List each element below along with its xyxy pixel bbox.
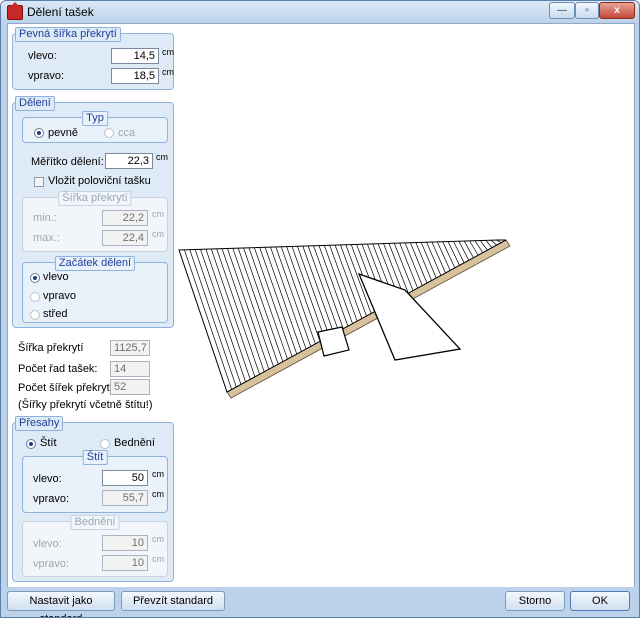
fixed-left-label: vlevo: <box>28 50 57 62</box>
title-bar[interactable]: Dělení tašek — ▫ x <box>1 1 639 23</box>
gable-right-label: vpravo: <box>33 493 70 505</box>
overhang-boarding-label[interactable]: Bednění <box>114 437 155 449</box>
min-label: min.: <box>33 212 57 224</box>
type-approx-label[interactable]: cca <box>118 127 135 139</box>
overhangs-group: Přesahy Štít Bednění Štít vlevo: cm vpra… <box>12 416 174 582</box>
maximize-button[interactable]: ▫ <box>575 2 599 19</box>
max-unit: cm <box>152 229 164 239</box>
division-legend: Dělení <box>15 96 55 111</box>
overlap-count-label: Počet šířek překrytí: <box>18 382 116 394</box>
gable-group: Štít vlevo: cm vpravo: cm <box>22 450 168 513</box>
overlap-width-label: Šířka překrytí <box>18 342 84 354</box>
gable-left-unit: cm <box>152 469 164 479</box>
button-bar: Nastavit jako standard Převzít standard … <box>1 587 639 617</box>
division-start-group: Začátek dělení vlevo vpravo střed <box>22 256 168 323</box>
dialog-client: Pevná šířka překrytí vlevo: cm vpravo: c… <box>7 23 635 589</box>
half-tile-label[interactable]: Vložit poloviční tašku <box>48 175 151 187</box>
gable-left-input[interactable] <box>102 470 148 486</box>
tile-rows-value[interactable] <box>110 361 150 377</box>
fixed-overlap-legend: Pevná šířka překrytí <box>15 27 121 42</box>
fixed-left-input[interactable] <box>111 48 159 64</box>
type-fixed-radio[interactable] <box>34 128 44 138</box>
minimize-button[interactable]: — <box>549 2 575 19</box>
max-input[interactable] <box>102 230 148 246</box>
half-tile-checkbox[interactable] <box>34 177 44 187</box>
close-button[interactable]: x <box>599 2 635 19</box>
gable-right-unit: cm <box>152 489 164 499</box>
boarding-right-input[interactable] <box>102 555 148 571</box>
start-right-radio[interactable] <box>30 292 40 302</box>
window-title: Dělení tašek <box>27 5 94 19</box>
start-center-label[interactable]: střed <box>43 308 67 320</box>
gable-legend: Štít <box>82 450 108 465</box>
roof-plane <box>178 239 507 393</box>
boarding-right-unit: cm <box>152 554 164 564</box>
overhang-boarding-radio[interactable] <box>100 439 110 449</box>
min-input[interactable] <box>102 210 148 226</box>
scale-label: Měřítko dělení: <box>31 156 104 168</box>
fixed-right-input[interactable] <box>111 68 159 84</box>
scale-input[interactable] <box>105 153 153 169</box>
gable-left-label: vlevo: <box>33 473 62 485</box>
overhang-gable-radio[interactable] <box>26 439 36 449</box>
boarding-right-label: vpravo: <box>33 558 70 570</box>
boarding-group: Bednění vlevo: cm vpravo: cm <box>22 515 168 577</box>
overlap-width-range-group: Šířka překrytí min.: cm max.: cm <box>22 191 168 252</box>
take-standard-button[interactable]: Převzít standard <box>121 591 225 611</box>
start-left-radio[interactable] <box>30 273 40 283</box>
min-unit: cm <box>152 209 164 219</box>
settings-panel: Pevná šířka překrytí vlevo: cm vpravo: c… <box>8 24 176 588</box>
fixed-right-unit: cm <box>162 67 174 77</box>
boarding-left-input[interactable] <box>102 535 148 551</box>
type-group: Typ pevně cca <box>22 111 168 143</box>
start-center-radio[interactable] <box>30 310 40 320</box>
overhang-gable-label[interactable]: Štít <box>40 437 57 449</box>
fixed-left-unit: cm <box>162 47 174 57</box>
boarding-left-label: vlevo: <box>33 538 62 550</box>
tile-rows-label: Počet řad tašek: <box>18 363 98 375</box>
overlap-count-value[interactable] <box>110 379 150 395</box>
gable-right-input[interactable] <box>102 490 148 506</box>
cancel-button[interactable]: Storno <box>505 591 565 611</box>
overlap-width-value[interactable] <box>110 340 150 356</box>
type-legend: Typ <box>82 111 108 126</box>
roof-preview-canvas[interactable] <box>176 24 634 588</box>
boarding-left-unit: cm <box>152 534 164 544</box>
app-house-icon <box>7 2 23 20</box>
dialog-window: Dělení tašek — ▫ x Pevná šířka překrytí … <box>0 0 640 618</box>
fixed-right-label: vpravo: <box>28 70 65 82</box>
type-approx-radio[interactable] <box>104 128 114 138</box>
start-right-label[interactable]: vpravo <box>43 290 76 302</box>
type-fixed-label[interactable]: pevně <box>48 127 78 139</box>
start-left-label[interactable]: vlevo <box>43 271 69 283</box>
division-group: Dělení Typ pevně cca Měřítko dělení: cm … <box>12 96 174 328</box>
roof-preview[interactable] <box>176 24 634 588</box>
set-standard-button[interactable]: Nastavit jako standard <box>7 591 115 617</box>
max-label: max.: <box>33 232 60 244</box>
fixed-overlap-group: Pevná šířka překrytí vlevo: cm vpravo: c… <box>12 27 174 90</box>
division-start-legend: Začátek dělení <box>54 256 136 271</box>
boarding-legend: Bednění <box>70 515 120 530</box>
overlap-width-range-legend: Šířka překrytí <box>58 191 132 206</box>
ok-button[interactable]: OK <box>570 591 630 611</box>
overlap-note: (Šířky překrytí včetně štítu!) <box>18 399 153 411</box>
overhangs-legend: Přesahy <box>15 416 64 431</box>
scale-unit: cm <box>156 152 168 162</box>
